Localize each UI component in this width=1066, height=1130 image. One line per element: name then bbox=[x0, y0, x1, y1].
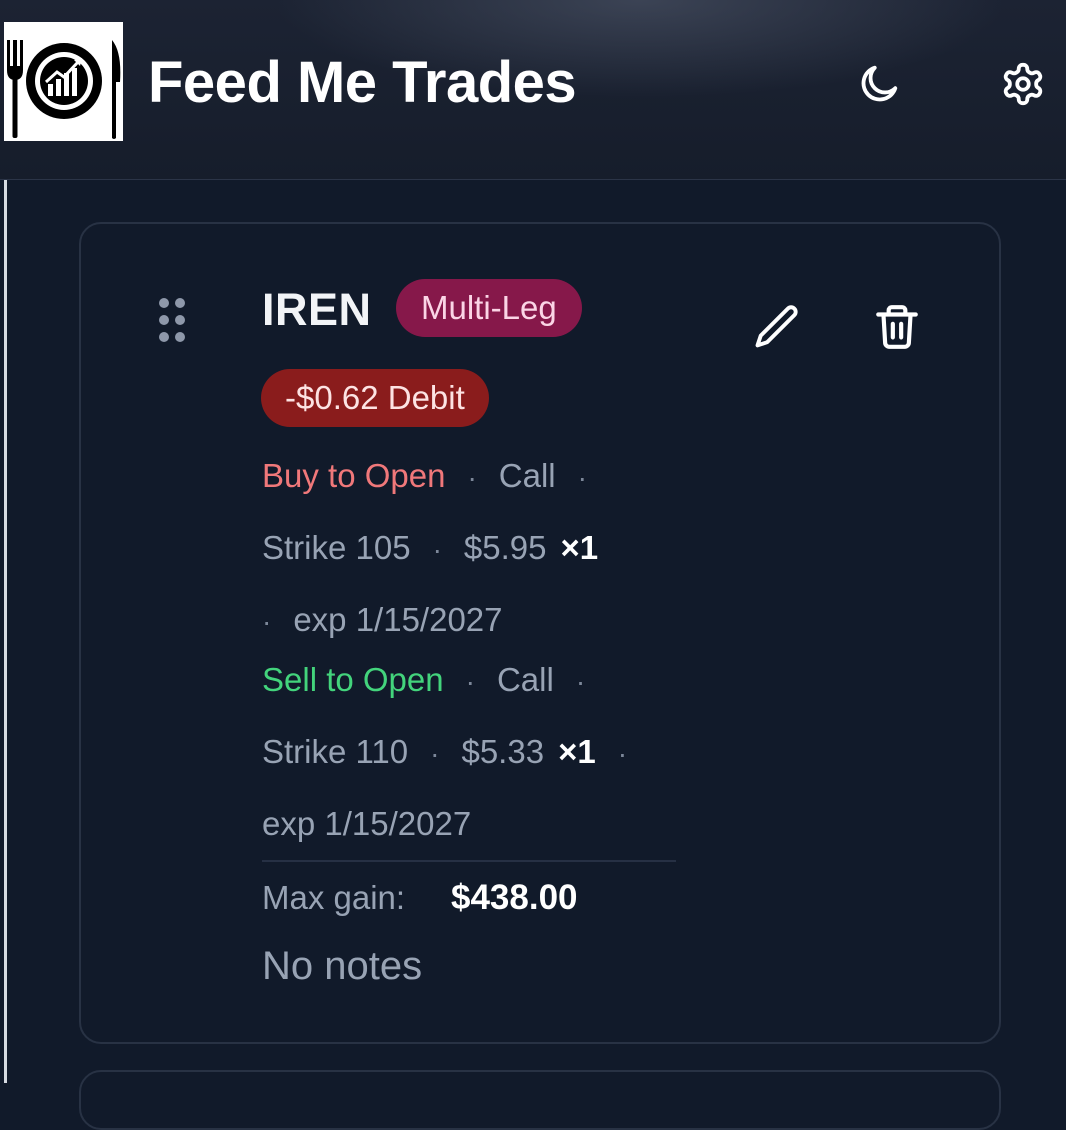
leg-2-row-2: Strike 110 · $5.33 ×1 · bbox=[262, 732, 649, 774]
theme-toggle-button[interactable] bbox=[852, 57, 906, 111]
fork-plate-knife-chart-logo-icon bbox=[7, 40, 121, 139]
separator: · bbox=[577, 462, 587, 493]
leg-2-type: Call bbox=[496, 661, 554, 698]
separator: · bbox=[465, 666, 475, 697]
next-trade-card bbox=[79, 1070, 1001, 1130]
separator: · bbox=[467, 462, 477, 493]
separator: · bbox=[575, 666, 586, 697]
left-border bbox=[4, 180, 7, 1083]
leg-2-row-3: exp 1/15/2027 bbox=[262, 804, 471, 844]
gear-icon bbox=[1003, 62, 1043, 106]
leg-1-row-2: Strike 105 · $5.95 ×1 bbox=[262, 528, 598, 570]
leg-1-type: Call bbox=[498, 457, 556, 494]
divider bbox=[262, 860, 676, 862]
leg-2-quantity: ×1 bbox=[558, 733, 596, 770]
leg-1-quantity: ×1 bbox=[560, 529, 599, 566]
max-gain-label: Max gain: bbox=[262, 879, 406, 916]
leg-1-strike: Strike 105 bbox=[262, 529, 411, 566]
drag-handle-icon bbox=[159, 298, 185, 342]
moon-icon bbox=[861, 65, 898, 102]
net-debit-badge: -$0.62 Debit bbox=[261, 369, 489, 427]
leg-2-price: $5.33 bbox=[461, 733, 545, 770]
ticker-symbol: IREN bbox=[262, 284, 372, 335]
leg-1-expiration: exp 1/15/2027 bbox=[293, 601, 503, 638]
separator: · bbox=[617, 738, 628, 769]
drag-handle[interactable] bbox=[156, 297, 188, 345]
settings-button[interactable] bbox=[996, 57, 1050, 111]
delete-trade-button[interactable] bbox=[868, 298, 926, 356]
trade-notes: No notes bbox=[262, 944, 423, 988]
edit-trade-button[interactable] bbox=[748, 298, 806, 356]
app-title: Feed Me Trades bbox=[148, 50, 577, 115]
max-gain-value: $438.00 bbox=[451, 878, 578, 917]
leg-2-expiration: exp 1/15/2027 bbox=[262, 805, 472, 842]
strategy-badge: Multi-Leg bbox=[396, 279, 582, 337]
separator: · bbox=[430, 738, 440, 769]
trade-card bbox=[79, 222, 1001, 1044]
separator: · bbox=[262, 606, 272, 637]
leg-2-strike: Strike 110 bbox=[262, 733, 409, 770]
trash-icon bbox=[876, 305, 918, 349]
leg-1-price: $5.95 bbox=[463, 529, 547, 566]
app-logo[interactable] bbox=[4, 22, 123, 141]
leg-1-action: Buy to Open bbox=[262, 457, 446, 494]
leg-1-row-3: · exp 1/15/2027 bbox=[262, 600, 503, 642]
leg-2-action: Sell to Open bbox=[262, 661, 444, 698]
leg-1-row-1: Buy to Open · Call · bbox=[262, 456, 609, 498]
pencil-icon bbox=[755, 305, 798, 348]
app-header: Feed Me Trades bbox=[0, 0, 1066, 180]
leg-2-row-1: Sell to Open · Call · bbox=[262, 660, 607, 702]
separator: · bbox=[432, 534, 442, 565]
